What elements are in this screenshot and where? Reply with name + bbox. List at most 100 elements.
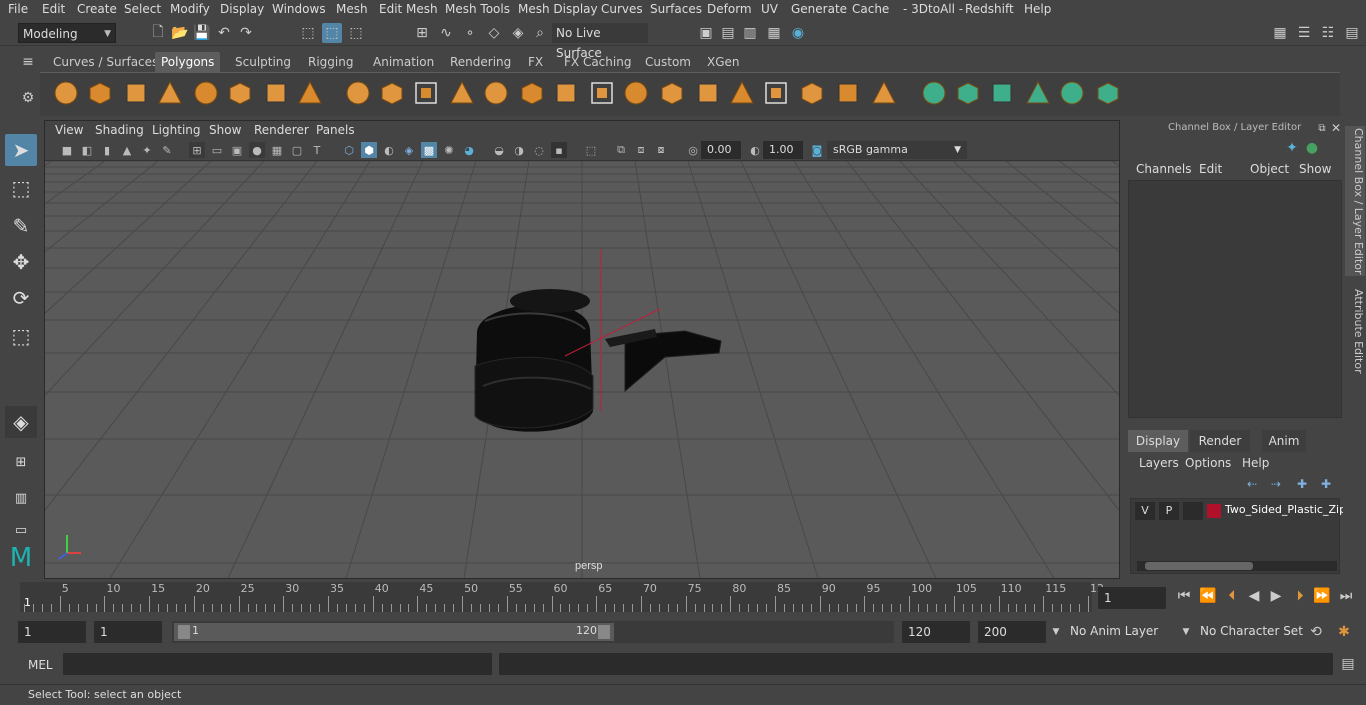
menu-curves[interactable]: Curves	[601, 2, 643, 16]
shelf-torus-icon[interactable]	[226, 79, 254, 107]
safe-action-icon[interactable]: ▢	[289, 142, 305, 158]
range-end-grip[interactable]	[598, 625, 610, 639]
shelf-cube-icon[interactable]	[86, 79, 114, 107]
toggle-channel-box-icon[interactable]: ▤	[1342, 23, 1362, 43]
layer-tab-anim[interactable]: Anim	[1262, 430, 1306, 452]
shelf-auto-uv-icon[interactable]	[1024, 79, 1052, 107]
rotate-tool-icon[interactable]: ⟳	[5, 282, 37, 314]
manipulator-icon[interactable]: ✦	[1282, 138, 1302, 158]
viewport-scene[interactable]: persp	[45, 161, 1119, 578]
shelf-combine-icon[interactable]	[344, 79, 372, 107]
menu-uv[interactable]: UV	[761, 2, 778, 16]
current-frame-field[interactable]: 1	[1098, 587, 1166, 609]
shelf-separate-icon[interactable]	[378, 79, 406, 107]
layer-display-type[interactable]	[1183, 502, 1203, 520]
go-to-start-icon[interactable]: ⏮	[1174, 586, 1194, 606]
safe-title-icon[interactable]: T	[309, 142, 325, 158]
shelf-unfold-icon[interactable]	[1058, 79, 1086, 107]
layer-scrollbar[interactable]	[1137, 561, 1337, 571]
shelf-settings-icon[interactable]: ⚙	[18, 88, 38, 108]
shelf-layout-icon[interactable]	[1094, 79, 1122, 107]
tab-channel-box[interactable]: Channel Box / Layer Editor	[1345, 126, 1365, 276]
move-layer-down-icon[interactable]: ⇢	[1266, 474, 1286, 494]
tab-custom[interactable]: Custom	[639, 52, 697, 72]
field-chart-icon[interactable]: ▦	[269, 142, 285, 158]
isolate-select-icon[interactable]: ▩	[421, 142, 437, 158]
command-language-label[interactable]: MEL	[28, 658, 53, 672]
play-backward-icon[interactable]: ◀	[1244, 586, 1264, 606]
menu-generate[interactable]: Generate	[791, 2, 847, 16]
animation-preferences-icon[interactable]: ✱	[1334, 622, 1354, 642]
isolate-icon[interactable]: ⬚	[583, 142, 599, 158]
four-pane-icon[interactable]: ▥	[5, 482, 37, 514]
shelf-menu-icon[interactable]: ≡	[18, 52, 38, 72]
scrollbar-thumb[interactable]	[1145, 562, 1253, 570]
menu-surfaces[interactable]: Surfaces	[650, 2, 702, 16]
paint-select-tool-icon[interactable]: ✎	[5, 210, 37, 242]
grid-toggle-icon[interactable]: ⊞	[189, 142, 205, 158]
character-set-select[interactable]: No Character Set	[1200, 624, 1303, 638]
render-settings-icon[interactable]: ▦	[764, 23, 784, 43]
layer-visibility-toggle[interactable]: V	[1135, 502, 1155, 520]
gamma-icon[interactable]: ◐	[747, 142, 763, 158]
menu-create[interactable]: Create	[77, 2, 117, 16]
shelf-quad-draw-icon[interactable]	[920, 79, 948, 107]
render-view-icon[interactable]: ▣	[696, 23, 716, 43]
make-live-icon[interactable]: ⌕	[530, 23, 550, 43]
new-layer-icon[interactable]: ✚	[1292, 474, 1312, 494]
shelf-pipe-icon[interactable]	[296, 79, 324, 107]
range-slider-handle[interactable]: 1 120	[174, 623, 614, 641]
shelf-offset-loop-icon[interactable]	[834, 79, 862, 107]
menu-display[interactable]: Display	[220, 2, 264, 16]
shelf-smooth-icon[interactable]	[448, 79, 476, 107]
go-to-end-icon[interactable]: ⏭	[1336, 586, 1356, 606]
playback-start-field[interactable]: 1	[94, 621, 162, 643]
select-object-icon[interactable]: ⬚	[322, 23, 342, 43]
viewport-panel[interactable]: View Shading Lighting Show Renderer Panels ■ …	[44, 120, 1120, 579]
wireframe-icon[interactable]: ⬡	[341, 142, 357, 158]
speed-icon[interactable]: ●	[1302, 138, 1322, 158]
tab-sculpting[interactable]: Sculpting	[229, 52, 297, 72]
step-forward-key-icon[interactable]: ⏩	[1312, 586, 1332, 606]
menu-modify[interactable]: Modify	[170, 2, 210, 16]
layer-row[interactable]: V P Two_Sided_Plastic_Zip	[1135, 502, 1346, 520]
auto-key-icon[interactable]: ⟲	[1306, 622, 1326, 642]
color-management-icon[interactable]: ◙	[809, 142, 825, 158]
menu-redshift[interactable]: Redshift	[965, 2, 1014, 16]
shelf-extrude-icon[interactable]	[552, 79, 580, 107]
wireframe-on-shaded-icon[interactable]: ◐	[381, 142, 397, 158]
xray-joints-icon[interactable]: ⧈	[633, 142, 649, 158]
undo-icon[interactable]: ↶	[214, 23, 234, 43]
time-ruler[interactable]: 1 5 10 15 20 25 30 35 40 45 50 55 60 65 70 75 80 85 90 95 1…	[20, 582, 1104, 612]
viewport-menu-panels[interactable]: Panels	[316, 123, 355, 137]
tab-animation[interactable]: Animation	[367, 52, 440, 72]
shelf-extract-icon[interactable]	[412, 79, 440, 107]
shelf-plane-icon[interactable]	[192, 79, 220, 107]
mode-selector[interactable]: Modeling ▼	[18, 23, 116, 43]
range-start-grip[interactable]	[178, 625, 190, 639]
menu-cache[interactable]: Cache	[852, 2, 889, 16]
menu-mesh-display[interactable]: Mesh Display	[518, 2, 598, 16]
new-layer-selected-icon[interactable]: ✚	[1316, 474, 1336, 494]
viewport-menu-lighting[interactable]: Lighting	[152, 123, 201, 137]
select-tool-icon[interactable]: ➤	[5, 134, 37, 166]
camera-attributes-icon[interactable]: ◧	[79, 142, 95, 158]
shelf-pyramid-icon[interactable]	[262, 79, 290, 107]
menu-file[interactable]: File	[8, 2, 28, 16]
workspace-icon[interactable]: ▦	[1270, 23, 1290, 43]
script-editor-icon[interactable]: ▤	[1338, 654, 1358, 674]
animation-start-field[interactable]: 1	[18, 621, 86, 643]
anti-aliasing-icon[interactable]: ◌	[531, 142, 547, 158]
step-back-key-icon[interactable]: ⏪	[1198, 586, 1218, 606]
hypershade-icon[interactable]: ◉	[788, 23, 808, 43]
single-pane-icon[interactable]: ⊞	[5, 446, 37, 478]
channel-box-menu-channels[interactable]: Channels	[1136, 162, 1192, 176]
zipper-slider-model[interactable]	[474, 289, 722, 432]
step-forward-frame-icon[interactable]: ⏵	[1290, 586, 1310, 606]
channel-box-list[interactable]	[1128, 180, 1342, 418]
menu-mesh[interactable]: Mesh	[336, 2, 368, 16]
shelf-bridge-icon[interactable]	[518, 79, 546, 107]
chevron-down-icon[interactable]: ▼	[1046, 622, 1066, 642]
range-slider[interactable]: 1 120	[172, 621, 894, 643]
select-component-icon[interactable]: ⬚	[346, 23, 366, 43]
